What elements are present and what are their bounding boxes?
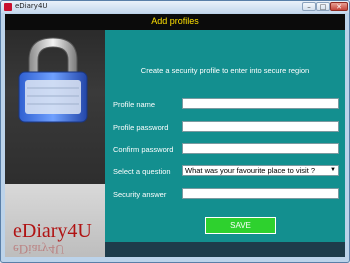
- question-select-value: What was your favourite place to visit ?: [185, 166, 316, 175]
- app-window: eDiary4U – □ ✕ Add profiles eDiary4U eDi…: [0, 0, 350, 263]
- brand-area: eDiary4U eDiary4U: [5, 184, 105, 257]
- chevron-down-icon[interactable]: ▼: [330, 166, 336, 175]
- security-answer-input[interactable]: [182, 188, 339, 199]
- app-icon: [4, 3, 12, 11]
- form-subtitle: Create a security profile to enter into …: [140, 66, 310, 75]
- form-panel: Create a security profile to enter into …: [105, 30, 345, 242]
- brand-logo: eDiary4U: [13, 220, 92, 242]
- question-label: Select a question: [113, 167, 171, 176]
- header-bar: Add profiles: [5, 14, 345, 30]
- question-select[interactable]: What was your favourite place to visit ?…: [182, 165, 339, 176]
- profile-name-input[interactable]: [182, 98, 339, 109]
- sidebar-image: [5, 30, 105, 184]
- maximize-button[interactable]: □: [316, 2, 330, 11]
- save-button[interactable]: SAVE: [205, 217, 276, 234]
- profile-password-input[interactable]: [182, 121, 339, 132]
- confirm-password-input[interactable]: [182, 143, 339, 154]
- title-bar[interactable]: eDiary4U – □ ✕: [1, 1, 349, 13]
- minimize-button[interactable]: –: [302, 2, 316, 11]
- confirm-password-label: Confirm password: [113, 145, 174, 154]
- close-button[interactable]: ✕: [330, 2, 348, 11]
- client-area: Add profiles eDiary4U eDiary4U Create a …: [5, 14, 345, 257]
- profile-name-label: Profile name: [113, 100, 156, 109]
- window-title: eDiary4U: [15, 2, 48, 10]
- profile-password-label: Profile password: [113, 123, 169, 132]
- brand-logo-reflection: eDiary4U: [13, 242, 65, 257]
- security-answer-label: Security answer: [113, 190, 167, 199]
- padlock-icon: [18, 37, 88, 123]
- page-title: Add profiles: [151, 16, 199, 26]
- footer-bar: [105, 242, 345, 257]
